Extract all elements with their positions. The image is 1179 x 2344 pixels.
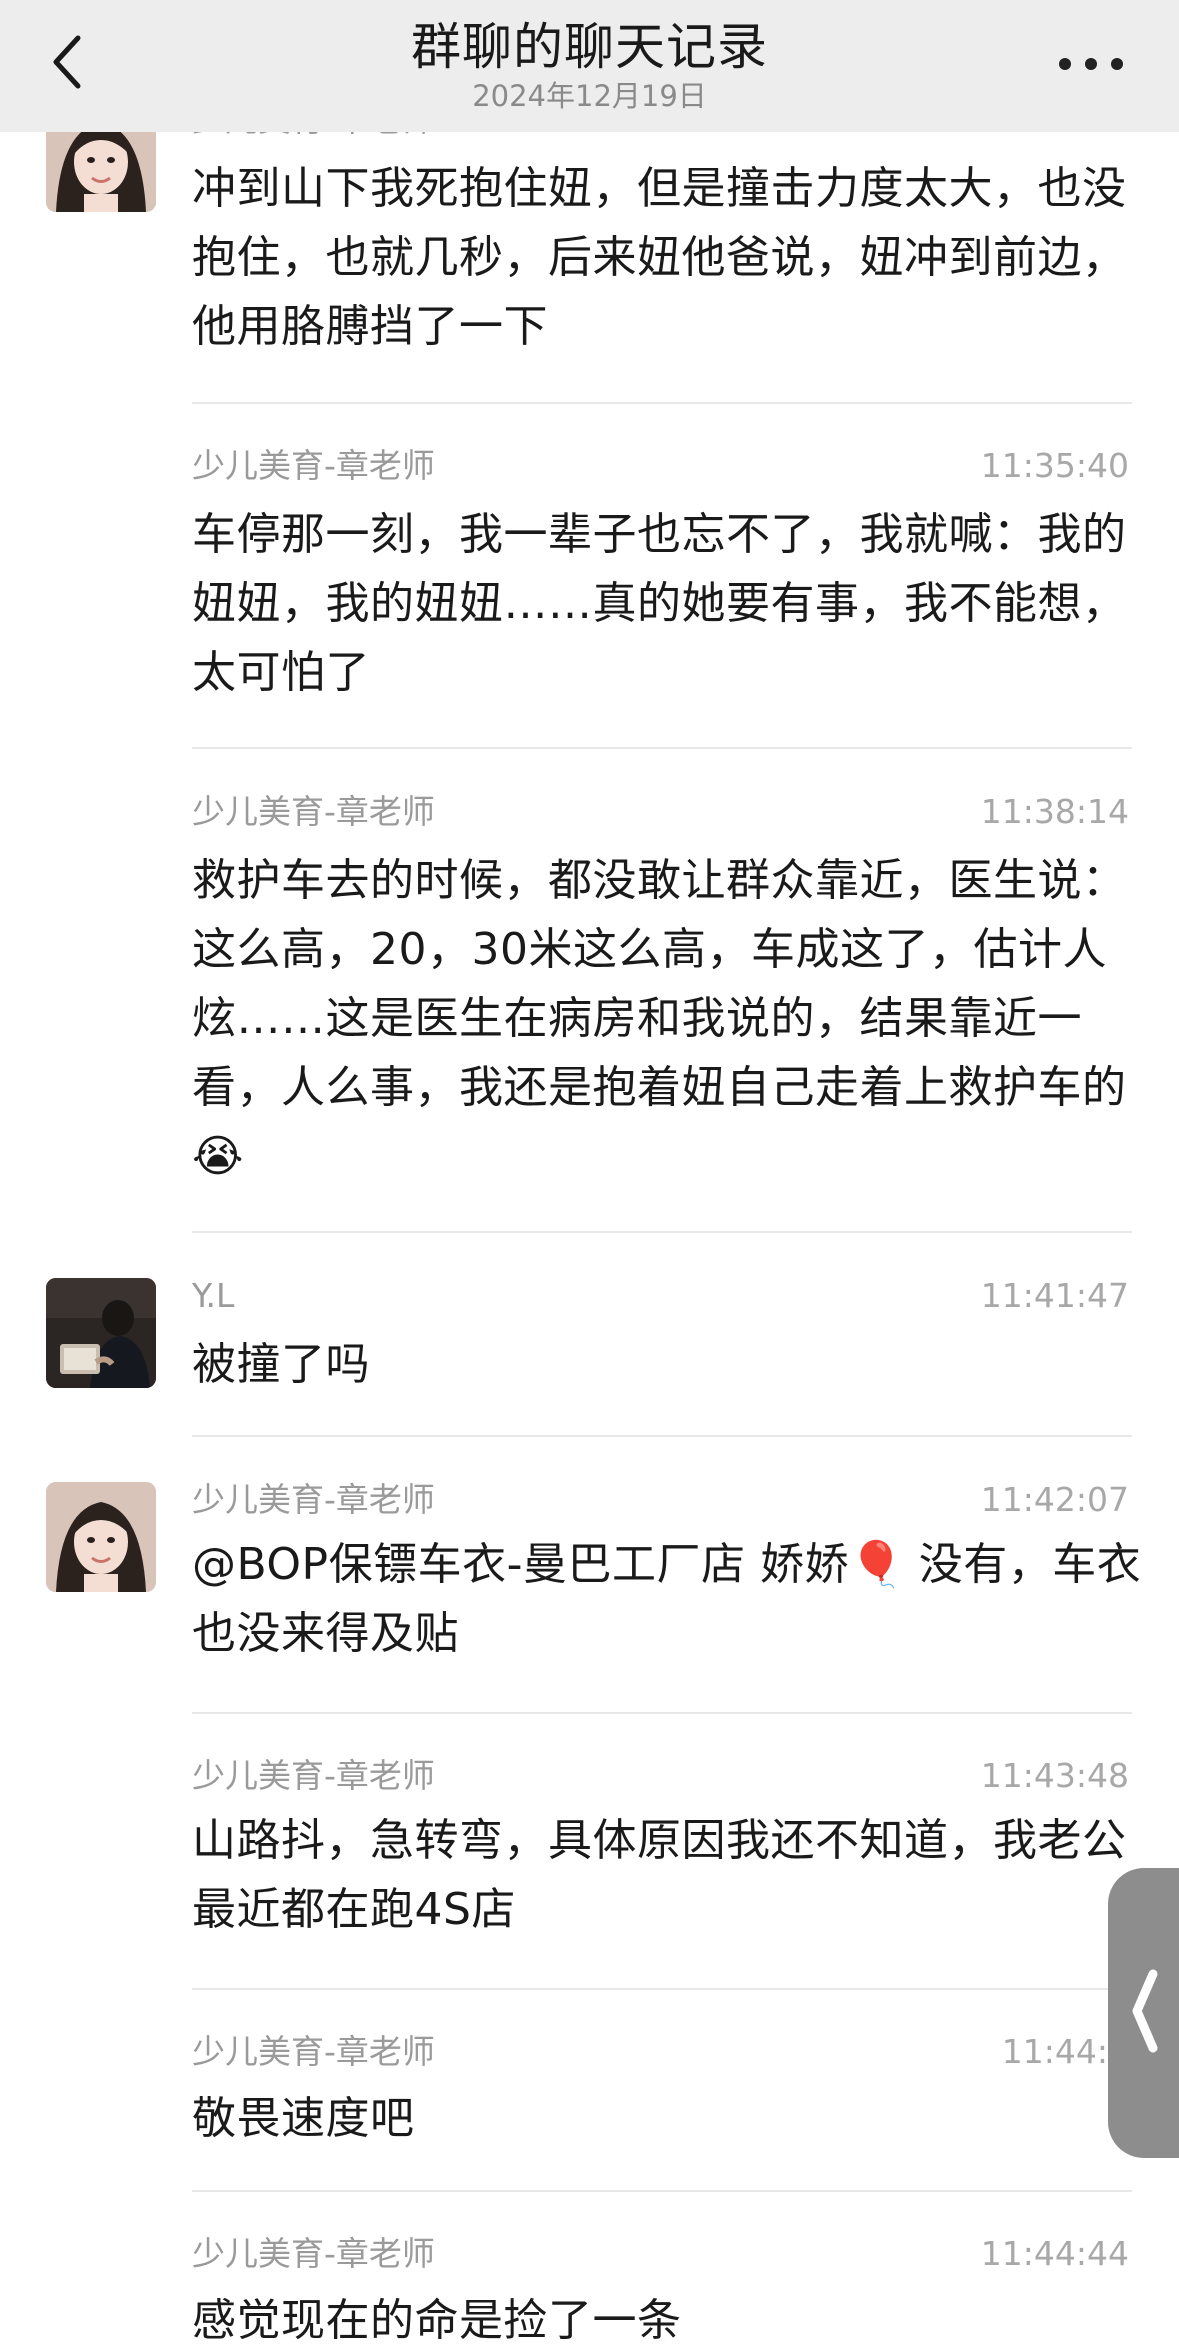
message-text: 敬畏速度吧 — [192, 2093, 415, 2144]
more-button[interactable] — [1059, 52, 1123, 76]
message-text: 山路抖，急转弯，具体原因我还不知道，我老公最近都在跑4S店 — [192, 1815, 1127, 1935]
page-title: 群聊的聊天记录 — [411, 18, 768, 76]
more-dots-icon — [1085, 58, 1097, 70]
divider — [192, 402, 1132, 404]
message-text: 冲到山下我死抱住妞，但是撞击力度太大，也没抱住，也就几秒，后来妞他爸说，妞冲到前… — [192, 163, 1127, 352]
avatar[interactable] — [46, 1482, 156, 1592]
more-dots-icon — [1059, 58, 1071, 70]
message-time: 11:42:07 — [980, 1480, 1129, 1519]
message-sender: 少儿美育-章老师 — [192, 1480, 435, 1519]
divider — [192, 747, 1132, 749]
divider — [192, 1435, 1132, 1437]
page-subtitle-date: 2024年12月19日 — [472, 79, 707, 113]
message-time: 11:44:44 — [980, 2234, 1129, 2273]
divider — [192, 1712, 1132, 1714]
message-time: 11:35:40 — [980, 446, 1129, 485]
message-time: 11:43:48 — [980, 1756, 1129, 1795]
more-dots-icon — [1111, 58, 1123, 70]
message-text: 感觉现在的命是捡了一条 — [192, 2295, 682, 2344]
message-sender: 少儿美育-章老师 — [192, 792, 435, 831]
avatar[interactable] — [46, 1278, 156, 1388]
message-time: 11:38:14 — [980, 792, 1129, 831]
chevron-left-icon — [1127, 1966, 1161, 2060]
side-drawer-handle[interactable] — [1108, 1868, 1179, 2158]
message-text: 车停那一刻，我一辈子也忘不了，我就喊：我的妞妞，我的妞妞……真的她要有事，我不能… — [192, 509, 1127, 698]
divider — [192, 2190, 1132, 2192]
divider — [192, 1988, 1132, 1990]
message-text: 救护车去的时候，都没敢让群众靠近，医生说：这么高，20，30米这么高，车成这了，… — [192, 855, 1127, 1182]
divider — [192, 1231, 1132, 1233]
message-sender: 少儿美育-章老师 — [192, 2032, 435, 2071]
nav-header: 群聊的聊天记录 2024年12月19日 — [0, 0, 1179, 132]
message-time: 11:41:47 — [980, 1276, 1129, 1315]
message-sender: Y.L — [192, 1276, 235, 1315]
chat-history-page: 少儿美育-章老师 11:34:54 冲到山下我死抱住妞，但是撞击力度太大，也没抱… — [0, 0, 1179, 2344]
message-sender: 少儿美育-章老师 — [192, 2234, 435, 2273]
message-text: 被撞了吗 — [192, 1339, 370, 1390]
message-sender: 少儿美育-章老师 — [192, 1756, 435, 1795]
message-text: @BOP保镖车衣-曼巴工厂店 娇娇🎈 没有，车衣也没来得及贴 — [192, 1539, 1142, 1659]
message-sender: 少儿美育-章老师 — [192, 446, 435, 485]
